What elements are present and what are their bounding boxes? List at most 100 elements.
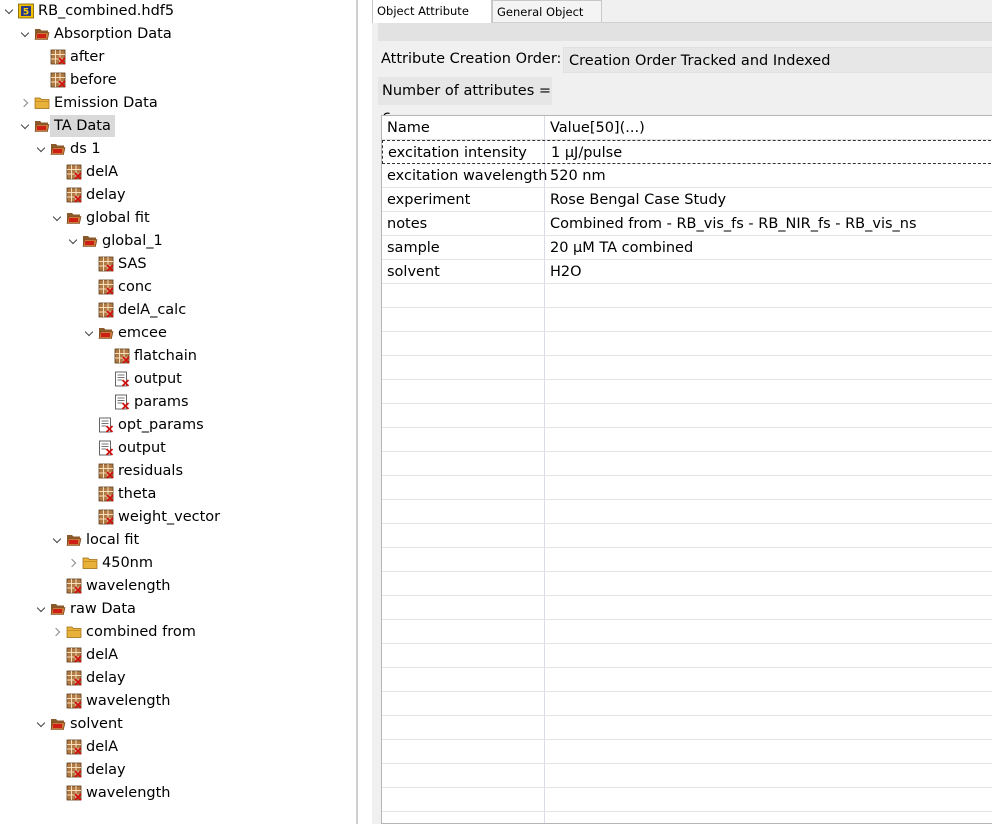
- tree-node-label: conc: [118, 279, 153, 295]
- tab-general-object-info[interactable]: General Object Info: [492, 0, 602, 41]
- tree-node[interactable]: delA: [0, 736, 356, 758]
- chevron-down-icon[interactable]: [36, 138, 46, 160]
- tree-node[interactable]: wavelength: [0, 575, 356, 597]
- table-row[interactable]: [382, 572, 992, 596]
- table-row[interactable]: [382, 764, 992, 788]
- chevron-right-icon[interactable]: [52, 621, 62, 643]
- table-row[interactable]: [382, 812, 992, 823]
- chevron-down-icon[interactable]: [36, 713, 46, 735]
- tree-node-label: wavelength: [86, 693, 171, 709]
- chevron-down-icon[interactable]: [68, 230, 78, 252]
- tree-node[interactable]: combined from: [0, 621, 356, 643]
- chevron-right-icon[interactable]: [68, 552, 78, 574]
- tree-node[interactable]: 450nm: [0, 552, 356, 574]
- file-tree[interactable]: 5 RB_combined.hdf5 Absorption Data after bef…: [0, 0, 356, 824]
- tree-node[interactable]: local fit: [0, 529, 356, 551]
- header-value[interactable]: Value[50](...): [550, 116, 645, 140]
- table-row[interactable]: excitation intensity 1 µJ/pulse: [382, 140, 992, 164]
- tree-node[interactable]: params: [0, 391, 356, 413]
- tree-node[interactable]: conc: [0, 276, 356, 298]
- tree-node-label: params: [134, 394, 189, 410]
- tree-node[interactable]: wavelength: [0, 782, 356, 804]
- splitter[interactable]: [356, 0, 358, 824]
- chevron-down-icon[interactable]: [4, 0, 14, 22]
- tree-node[interactable]: before: [0, 69, 356, 91]
- table-row[interactable]: [382, 356, 992, 380]
- table-row[interactable]: [382, 284, 992, 308]
- tree-node-label: Emission Data: [54, 95, 158, 111]
- chevron-down-icon[interactable]: [52, 207, 62, 229]
- tree-node[interactable]: opt_params: [0, 414, 356, 436]
- tree-node[interactable]: 5 RB_combined.hdf5: [0, 0, 356, 22]
- header-name[interactable]: Name: [387, 116, 430, 140]
- table-row[interactable]: [382, 332, 992, 356]
- tree-node[interactable]: delay: [0, 184, 356, 206]
- tab-object-attribute-info[interactable]: Object Attribute Info: [372, 0, 492, 40]
- table-row[interactable]: [382, 740, 992, 764]
- tree-node[interactable]: output: [0, 368, 356, 390]
- tree-node[interactable]: residuals: [0, 460, 356, 482]
- table-row[interactable]: [382, 500, 992, 524]
- tree-node[interactable]: Absorption Data: [0, 23, 356, 45]
- tree-node[interactable]: theta: [0, 483, 356, 505]
- folder-open-icon: [34, 26, 50, 42]
- chevron-down-icon[interactable]: [52, 529, 62, 551]
- tree-node[interactable]: output: [0, 437, 356, 459]
- table-row[interactable]: [382, 620, 992, 644]
- table-row[interactable]: [382, 668, 992, 692]
- table-row[interactable]: [382, 428, 992, 452]
- tree-node[interactable]: wavelength: [0, 690, 356, 712]
- chevron-right-icon[interactable]: [20, 92, 30, 114]
- table-row[interactable]: [382, 788, 992, 812]
- chevron-down-icon[interactable]: [20, 115, 30, 137]
- tree-node[interactable]: weight_vector: [0, 506, 356, 528]
- dataset-icon: [98, 256, 114, 272]
- tree-node[interactable]: delay: [0, 759, 356, 781]
- tree-node[interactable]: emcee: [0, 322, 356, 344]
- table-row[interactable]: notes Combined from - RB_vis_fs - RB_NIR_…: [382, 212, 992, 236]
- tree-node[interactable]: delA: [0, 644, 356, 666]
- table-row[interactable]: [382, 380, 992, 404]
- chevron-down-icon[interactable]: [20, 23, 30, 45]
- tree-node[interactable]: global fit: [0, 207, 356, 229]
- tree-node[interactable]: solvent: [0, 713, 356, 735]
- tree-node-label: delA: [86, 647, 119, 663]
- tree-node[interactable]: delay: [0, 667, 356, 689]
- attribute-table[interactable]: Name Value[50](...) excitation intensity…: [381, 115, 992, 824]
- tree-node-label: ds 1: [70, 141, 101, 157]
- table-row[interactable]: experiment Rose Bengal Case Study: [382, 188, 992, 212]
- tree-node[interactable]: delA_calc: [0, 299, 356, 321]
- tree-node[interactable]: TA Data: [0, 115, 356, 137]
- folder-open-icon: [82, 233, 98, 249]
- chevron-down-icon[interactable]: [84, 322, 94, 344]
- folder-closed-icon: [82, 555, 98, 571]
- table-row[interactable]: [382, 404, 992, 428]
- tree-node[interactable]: SAS: [0, 253, 356, 275]
- attribute-value: Rose Bengal Case Study: [550, 192, 727, 208]
- table-row[interactable]: sample 20 µM TA combined: [382, 236, 992, 260]
- attribute-panel: Object Attribute Info General Object Inf…: [372, 0, 992, 824]
- dataset-icon: [98, 463, 114, 479]
- chevron-down-icon[interactable]: [36, 598, 46, 620]
- tree-node[interactable]: raw Data: [0, 598, 356, 620]
- table-row[interactable]: [382, 692, 992, 716]
- tree-node[interactable]: global_1: [0, 230, 356, 252]
- table-row[interactable]: [382, 452, 992, 476]
- table-row[interactable]: [382, 716, 992, 740]
- tree-node[interactable]: flatchain: [0, 345, 356, 367]
- tree-node[interactable]: ds 1: [0, 138, 356, 160]
- table-row[interactable]: [382, 644, 992, 668]
- table-row[interactable]: [382, 308, 992, 332]
- tree-node[interactable]: delA: [0, 161, 356, 183]
- table-row[interactable]: solvent H2O: [382, 260, 992, 284]
- tree-node-label: global fit: [86, 210, 150, 226]
- attribute-name: notes: [387, 216, 428, 232]
- table-row[interactable]: [382, 476, 992, 500]
- table-row[interactable]: [382, 548, 992, 572]
- tree-node[interactable]: Emission Data: [0, 92, 356, 114]
- table-row[interactable]: [382, 596, 992, 620]
- tree-node-label: delay: [86, 670, 126, 686]
- tree-node[interactable]: after: [0, 46, 356, 68]
- table-row[interactable]: [382, 524, 992, 548]
- table-row[interactable]: excitation wavelength 520 nm: [382, 164, 992, 188]
